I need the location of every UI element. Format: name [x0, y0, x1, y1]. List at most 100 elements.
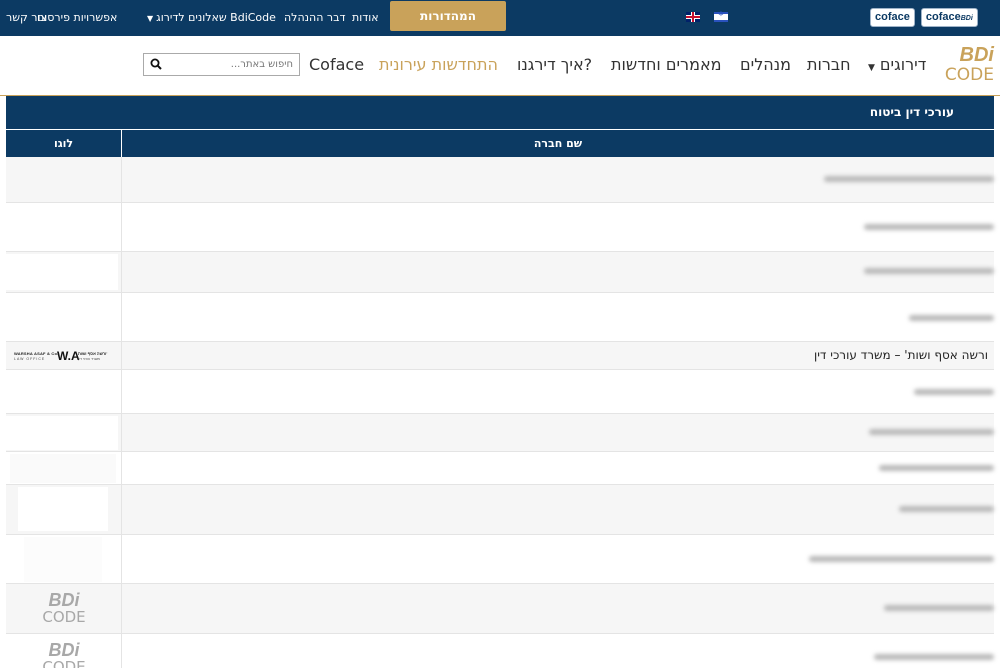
warsha-asaf-logo-mark: W.A	[57, 349, 80, 363]
nav-how-rated[interactable]: איך דירגנו?	[517, 55, 592, 74]
company-logo-cell	[6, 485, 121, 534]
bdicode-placeholder-line2: CODE	[42, 608, 86, 626]
table-row[interactable]	[6, 535, 994, 584]
bdicode-placeholder-logo: BDi CODE	[42, 590, 86, 626]
table-row[interactable]	[6, 252, 994, 293]
company-logo-cell	[6, 252, 121, 292]
company-logo-cell	[6, 535, 121, 583]
digital-editions-button[interactable]: המהדורות הדיגיטליות	[390, 1, 506, 53]
topnav-advertising[interactable]: אפשרויות פירסום	[37, 11, 117, 24]
company-logo-cell	[6, 157, 121, 202]
hebrew-flag-icon[interactable]	[714, 10, 728, 22]
company-logo-cell	[6, 203, 121, 251]
company-logo-cell	[6, 452, 121, 484]
company-name-cell	[121, 535, 994, 583]
bdicode-placeholder-line2: CODE	[42, 658, 86, 668]
chevron-down-icon: ▼	[147, 14, 154, 23]
warsha-asaf-logo-en-sub: LAW OFFICE	[14, 357, 46, 361]
company-logo	[6, 254, 118, 290]
chevron-down-icon: ▼	[868, 63, 875, 73]
search-icon[interactable]	[150, 58, 162, 70]
warsha-asaf-logo-he-sub: משרד עורכי דין	[78, 357, 100, 361]
company-name[interactable]: ורשה אסף ושות' – משרד עורכי דין	[814, 348, 988, 362]
topnav-questionnaires[interactable]: ▼ שאלונים לדירוג BdiCode	[147, 11, 276, 24]
warsha-asaf-logo-he: ורשה אסף ושות'	[78, 351, 108, 356]
blurred-company-name	[809, 556, 994, 562]
nav-ratings-label: דירוגים	[879, 55, 927, 74]
company-logo-cell	[6, 370, 121, 413]
topnav-questionnaires-label: שאלונים לדירוג BdiCode	[156, 11, 276, 24]
column-header-name: שם חברה	[121, 130, 994, 157]
coface-logo-text: coface	[875, 11, 910, 23]
table-row[interactable]	[6, 293, 994, 342]
table-row[interactable]	[6, 414, 994, 452]
company-name-cell	[121, 634, 994, 668]
table-row[interactable]	[6, 485, 994, 535]
blurred-company-name	[909, 315, 994, 321]
table-row[interactable]: BDi CODE	[6, 634, 994, 668]
topnav-about[interactable]: אודות	[352, 11, 379, 24]
topnav-contact[interactable]: צור קשר	[6, 11, 47, 24]
blurred-company-name	[879, 465, 994, 471]
blurred-company-name	[884, 605, 994, 611]
company-logo	[18, 487, 108, 531]
search-box	[143, 53, 300, 76]
partner-logos: coface cofaceBDi	[870, 8, 978, 27]
table-row[interactable]: WARSHA ASAF & Co. LAW OFFICE W.A ורשה אס…	[6, 342, 994, 370]
column-header-logo: לוגו	[53, 137, 74, 150]
companies-table: עורכי דין ביטוח לוגו שם חברה WARSHA ASAF…	[6, 96, 994, 668]
company-name-cell	[121, 293, 994, 341]
topnav-management[interactable]: דבר ההנהלה	[284, 11, 345, 24]
company-logo	[6, 416, 118, 450]
nav-urban-renewal[interactable]: התחדשות עירונית	[379, 55, 498, 74]
bdicode-logo[interactable]: BDi CODE	[944, 45, 994, 87]
english-flag-icon[interactable]	[686, 12, 700, 22]
table-row[interactable]	[6, 452, 994, 485]
company-logo-cell: BDi CODE	[6, 634, 121, 668]
coface-bdi-logo[interactable]: cofaceBDi	[920, 8, 978, 27]
nav-articles[interactable]: מאמרים וחדשות	[611, 55, 722, 74]
blurred-company-name	[864, 224, 994, 230]
table-row[interactable]	[6, 203, 994, 252]
blurred-company-name	[874, 654, 994, 660]
company-logo-cell: BDi CODE	[6, 584, 121, 633]
blurred-company-name	[914, 389, 994, 395]
company-logo-cell	[6, 293, 121, 341]
table-row[interactable]: BDi CODE	[6, 584, 994, 634]
bdicode-logo-line2: CODE	[944, 65, 994, 85]
nav-companies[interactable]: חברות	[807, 55, 851, 74]
blurred-company-name	[864, 268, 994, 274]
company-name-cell	[121, 252, 994, 292]
nav-ratings[interactable]: ▼ דירוגים	[868, 55, 926, 74]
coface-logo[interactable]: coface	[870, 8, 915, 27]
bdicode-placeholder-logo: BDi CODE	[42, 640, 86, 668]
search-input[interactable]	[173, 56, 293, 73]
bdicode-placeholder-line1: BDi	[48, 640, 80, 660]
company-name-cell: ורשה אסף ושות' – משרד עורכי דין	[121, 342, 994, 369]
company-name-cell	[121, 485, 994, 534]
coface-bdi-logo-suffix: BDi	[960, 15, 973, 22]
table-title: עורכי דין ביטוח	[6, 96, 994, 129]
company-name-cell	[121, 452, 994, 484]
table-header: לוגו שם חברה	[6, 129, 994, 157]
table-row[interactable]	[6, 370, 994, 414]
warsha-asaf-logo-en: WARSHA ASAF & Co.	[14, 351, 59, 356]
blurred-company-name	[824, 176, 994, 182]
company-logo	[24, 537, 102, 582]
nav-coface[interactable]: Coface	[309, 55, 364, 74]
coface-bdi-logo-text: coface	[925, 11, 961, 23]
nav-managers[interactable]: מנהלים	[740, 55, 791, 74]
company-logo-cell	[6, 414, 121, 451]
company-logo	[10, 454, 116, 483]
bdicode-placeholder-line1: BDi	[48, 590, 80, 610]
bdicode-logo-line1: BDi	[959, 44, 994, 66]
company-name-cell	[121, 370, 994, 413]
blurred-company-name	[899, 506, 994, 512]
company-logo-cell: WARSHA ASAF & Co. LAW OFFICE W.A ורשה אס…	[6, 342, 121, 369]
company-name-cell	[121, 203, 994, 251]
company-name-cell	[121, 414, 994, 451]
company-name-cell	[121, 584, 994, 633]
table-row[interactable]	[6, 157, 994, 203]
language-switcher	[686, 10, 728, 22]
main-nav: BDi CODE ▼ דירוגים חברות מנהלים מאמרים וח…	[0, 36, 1000, 96]
